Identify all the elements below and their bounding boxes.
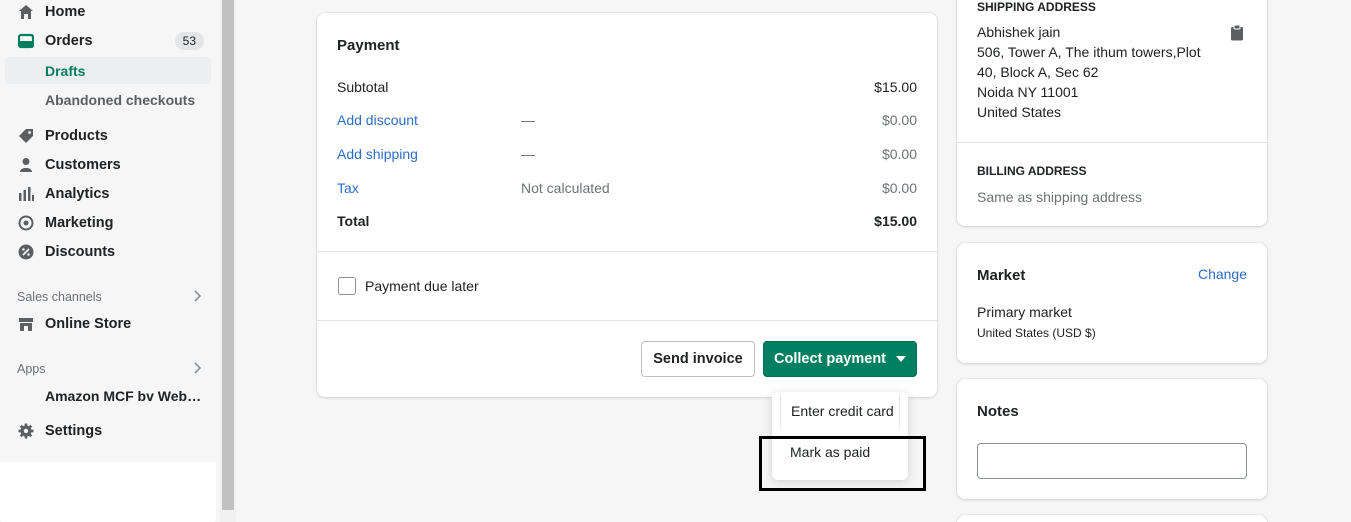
nav-marketing-label: Marketing [45,215,114,231]
send-invoice-button[interactable]: Send invoice [641,341,755,377]
notes-title: Notes [977,403,1019,420]
scrollbar-thumb[interactable] [222,0,234,510]
sidebar: Home Orders 53 Drafts Abandoned checkout… [0,0,220,522]
nav-amazon-app[interactable]: Amazon MCF bv Web… [5,382,211,409]
nav-settings-label: Settings [45,423,103,439]
payment-due-later-checkbox[interactable] [338,277,356,295]
address-card: SHIPPING ADDRESS Abhishek jain 506, Towe… [957,0,1267,226]
shipping-row: Add shipping — $0.00 [337,144,917,164]
bar-chart-icon [17,185,35,203]
nav-amazon-app-label: Amazon MCF bv Web… [45,387,202,404]
store-icon [17,315,35,333]
market-title: Market [977,267,1026,284]
billing-address-header: BILLING ADDRESS [977,164,1087,178]
nav-home[interactable]: Home [0,0,212,26]
nav-products-label: Products [45,128,108,144]
shipping-address: Abhishek jain 506, Tower A, The ithum to… [977,22,1201,122]
divider [317,320,937,321]
notes-card: Notes [957,379,1267,499]
market-change-link[interactable]: Change [1198,266,1247,282]
divider [317,251,937,252]
total-label: Total [337,213,370,229]
nav-orders[interactable]: Orders 53 [0,27,212,55]
nav-marketing[interactable]: Marketing [0,209,212,237]
nav-analytics-label: Analytics [45,186,110,202]
payment-card: Payment Subtotal $15.00 Add discount — $… [317,13,937,397]
nav-discounts-label: Discounts [45,244,116,260]
orders-count-badge: 53 [174,32,204,50]
tax-mid: Not calculated [521,180,610,196]
discount-icon [17,243,35,261]
apps-label: Apps [17,362,46,376]
address-line-3: Noida NY 11001 [977,84,1079,100]
tax-link[interactable]: Tax [337,180,521,196]
nav-discounts[interactable]: Discounts [0,238,212,266]
address-line-2: 40, Block A, Sec 62 [977,64,1099,80]
payment-title: Payment [337,37,400,54]
billing-address-value: Same as shipping address [977,189,1142,205]
address-line-1: 506, Tower A, The ithum towers,Plot [977,44,1201,60]
customer-name: Abhishek jain [977,24,1061,40]
nav-customers-label: Customers [45,157,121,173]
nav-products[interactable]: Products [0,122,212,150]
shipping-mid: — [521,146,535,162]
discount-mid: — [521,112,535,128]
next-card [957,515,1267,522]
collect-payment-button[interactable]: Collect payment [763,341,917,377]
divider [957,142,1267,143]
payment-due-later-label: Payment due later [365,278,479,294]
market-card: Market Change Primary market United Stat… [957,243,1267,363]
notes-input[interactable] [977,443,1247,479]
sales-channels-header[interactable]: Sales channels [17,289,202,305]
add-shipping-link[interactable]: Add shipping [337,146,521,162]
orders-icon [17,32,35,50]
target-icon [17,214,35,232]
chevron-right-icon [192,361,202,377]
nav-orders-label: Orders [45,33,93,49]
tax-value: $0.00 [881,180,917,196]
nav-online-store-label: Online Store [45,316,132,332]
nav-drafts[interactable]: Drafts [5,57,211,84]
collect-payment-label: Collect payment [774,351,886,367]
nav-home-label: Home [45,4,86,20]
person-icon [17,156,35,174]
nav-abandoned-checkouts[interactable]: Abandoned checkouts [5,86,211,113]
redacted-area [0,462,216,522]
tag-icon [17,127,35,145]
market-name: Primary market [977,304,1072,320]
total-value: $15.00 [874,213,917,229]
shipping-value: $0.00 [881,146,917,162]
sidebar-scrollbar[interactable] [220,0,236,522]
chevron-right-icon [192,289,202,305]
sales-channels-label: Sales channels [17,290,102,304]
total-row: Total $15.00 [337,211,917,231]
menu-item-enter-credit-card[interactable]: Enter credit card [780,395,900,427]
add-discount-link[interactable]: Add discount [337,112,521,128]
market-detail: United States (USD $) [977,326,1096,340]
gear-icon [17,422,35,440]
subtotal-row: Subtotal $15.00 [337,77,917,97]
tax-row: Tax Not calculated $0.00 [337,178,917,198]
nav-analytics[interactable]: Analytics [0,180,212,208]
subtotal-value: $15.00 [874,79,917,95]
nav-online-store[interactable]: Online Store [0,310,212,338]
nav-customers[interactable]: Customers [0,151,212,179]
discount-value: $0.00 [881,112,917,128]
highlight-box [759,436,926,491]
home-icon [17,3,35,21]
nav-settings[interactable]: Settings [0,417,212,445]
subtotal-label: Subtotal [337,79,389,95]
address-country: United States [977,104,1062,120]
shipping-address-header: SHIPPING ADDRESS [977,0,1096,14]
apps-header[interactable]: Apps [17,361,202,377]
nav-drafts-label: Drafts [45,62,86,79]
nav-abandoned-checkouts-label: Abandoned checkouts [45,91,196,108]
clipboard-icon[interactable] [1230,24,1244,44]
discount-row: Add discount — $0.00 [337,110,917,130]
caret-down-icon [896,356,906,362]
